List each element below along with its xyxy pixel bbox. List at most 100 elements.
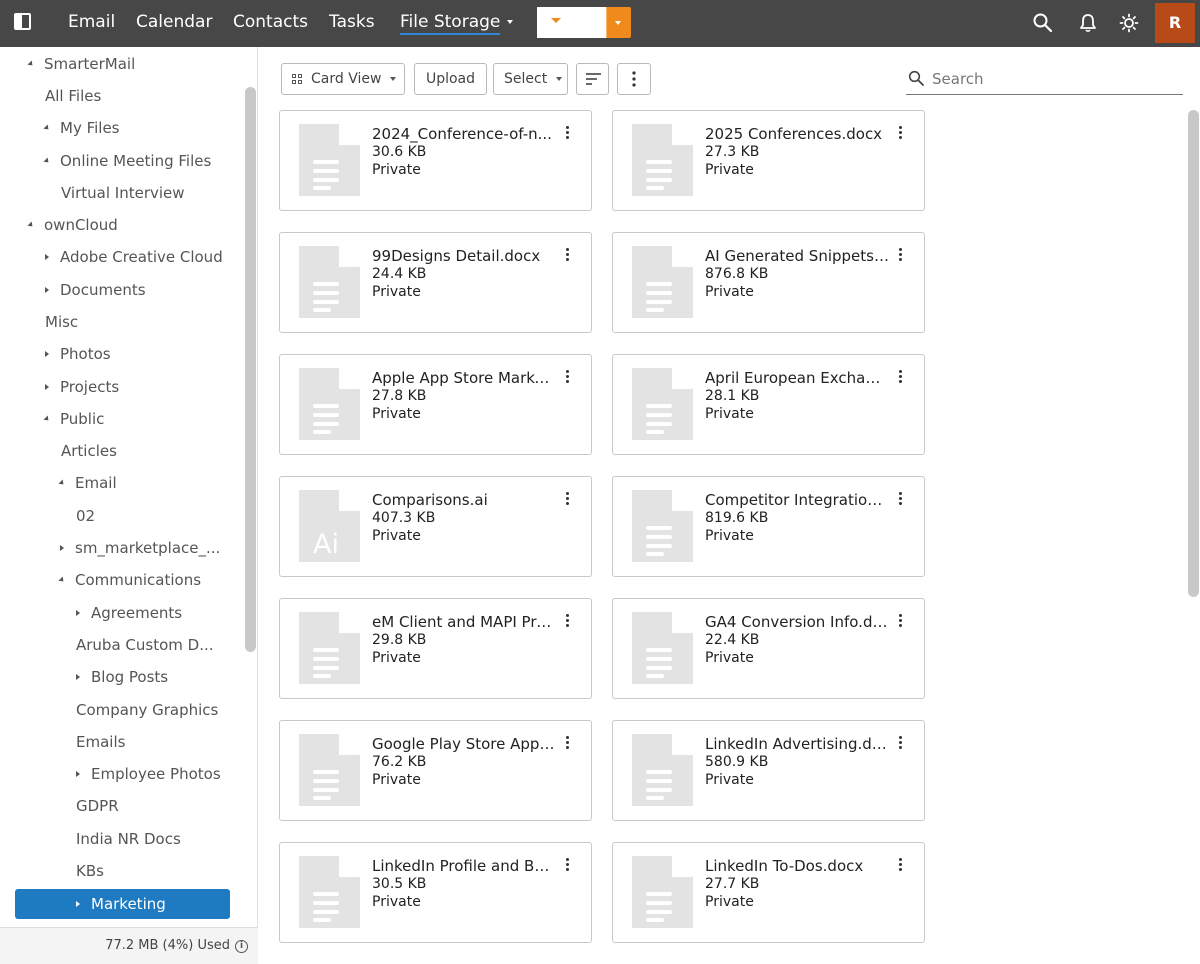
tree-item-projects[interactable]: Projects [40,372,119,402]
file-card[interactable]: eM Client and MAPI Pre... 29.8 KB Privat… [279,598,592,699]
tree-item-online-meeting-files[interactable]: Online Meeting Files [40,146,211,176]
file-menu-icon[interactable] [564,613,572,629]
tree-item-company-graphics[interactable]: Company Graphics [55,695,218,725]
file-menu-icon[interactable] [897,735,905,751]
sort-button[interactable] [576,63,609,95]
more-options-button[interactable] [617,63,651,95]
expand-arrow-icon[interactable] [45,254,49,260]
file-menu-icon[interactable] [897,369,905,385]
new-button[interactable]: New [537,7,606,38]
file-area-scrollbar[interactable] [1188,110,1199,597]
file-card[interactable]: 2024_Conference-of-n... 30.6 KB Private [279,110,592,211]
file-menu-icon[interactable] [564,247,572,263]
bell-icon[interactable] [1077,12,1099,34]
tree-item-photos[interactable]: Photos [40,339,111,369]
tree-item-02[interactable]: 02 [55,501,95,531]
tree-item-adobe-creative-cloud[interactable]: Adobe Creative Cloud [40,242,223,272]
file-card[interactable]: 2025 Conferences.docx 27.3 KB Private [612,110,925,211]
tree-item-email[interactable]: Email [55,468,117,498]
upload-button[interactable]: Upload [414,63,487,95]
file-menu-icon[interactable] [897,491,905,507]
tree-item-aruba-custom[interactable]: Aruba Custom D... [55,630,214,660]
file-size: 819.6 KB [705,510,769,526]
sun-icon[interactable] [1118,12,1140,34]
tree-item-employee-photos[interactable]: Employee Photos [71,759,221,789]
nav-email[interactable]: Email [68,0,115,47]
select-dropdown[interactable]: Select [493,63,568,95]
expand-arrow-icon[interactable] [76,674,80,680]
expand-arrow-icon[interactable] [76,901,80,907]
file-card[interactable]: AI Generated Snippets ... 876.8 KB Priva… [612,232,925,333]
chevron-down-icon [615,21,621,25]
document-icon [299,856,360,928]
tree-item-blog-posts[interactable]: Blog Posts [71,662,168,692]
tree-item-agreements[interactable]: Agreements [71,598,182,628]
tree-item-smartermail[interactable]: SmarterMail [24,49,135,79]
tree-item-kbs[interactable]: KBs [55,856,104,886]
file-menu-icon[interactable] [897,247,905,263]
file-name: LinkedIn To-Dos.docx [705,857,864,875]
tree-item-gdpr[interactable]: GDPR [55,791,119,821]
tree-item-emails[interactable]: Emails [55,727,125,757]
file-menu-icon[interactable] [564,125,572,141]
expand-arrow-icon[interactable] [27,221,35,229]
expand-arrow-icon[interactable] [58,576,66,584]
tree-label: All Files [45,87,102,105]
tree-label: Public [60,410,105,428]
file-card[interactable]: LinkedIn To-Dos.docx 27.7 KB Private [612,842,925,943]
avatar[interactable]: R [1155,3,1195,43]
nav-contacts[interactable]: Contacts [233,0,308,47]
expand-arrow-icon[interactable] [58,479,66,487]
card-view-dropdown[interactable]: Card View [281,63,405,95]
search-icon[interactable] [1032,12,1054,34]
tree-item-documents[interactable]: Documents [40,275,146,305]
file-card[interactable]: LinkedIn Profile and Bu... 30.5 KB Priva… [279,842,592,943]
tree-item-virtual-interview[interactable]: Virtual Interview [40,178,185,208]
nav-calendar[interactable]: Calendar [136,0,212,47]
file-card[interactable]: April European Exchang... 28.1 KB Privat… [612,354,925,455]
expand-arrow-icon[interactable] [45,384,49,390]
nav-tasks[interactable]: Tasks [329,0,375,47]
file-menu-icon[interactable] [564,369,572,385]
tree-item-my-files[interactable]: My Files [40,113,120,143]
file-card[interactable]: Apple App Store Market... 27.8 KB Privat… [279,354,592,455]
file-menu-icon[interactable] [564,735,572,751]
tree-item-sm-marketplace[interactable]: sm_marketplace_... [55,533,220,563]
tree-item-owncloud[interactable]: ownCloud [24,210,118,240]
expand-arrow-icon[interactable] [76,771,80,777]
file-card[interactable]: Competitor Integration... 819.6 KB Priva… [612,476,925,577]
search-input[interactable] [932,68,1177,90]
info-icon[interactable]: i [235,940,248,953]
file-menu-icon[interactable] [897,613,905,629]
file-card[interactable]: LinkedIn Advertising.do... 580.9 KB Priv… [612,720,925,821]
file-menu-icon[interactable] [564,491,572,507]
expand-arrow-icon[interactable] [45,287,49,293]
tree-item-all-files[interactable]: All Files [24,81,101,111]
expand-arrow-icon[interactable] [43,124,51,132]
nav-file-storage[interactable]: File Storage [400,0,514,47]
tree-item-india-nr-docs[interactable]: India NR Docs [55,824,181,854]
file-menu-icon[interactable] [564,857,572,873]
file-card[interactable]: Google Play Store App ... 76.2 KB Privat… [279,720,592,821]
expand-arrow-icon[interactable] [76,610,80,616]
expand-arrow-icon[interactable] [45,351,49,357]
document-icon [299,368,360,440]
file-card[interactable]: 99Designs Detail.docx 24.4 KB Private [279,232,592,333]
tree-item-public[interactable]: Public [40,404,104,434]
file-menu-icon[interactable] [897,857,905,873]
file-card[interactable]: GA4 Conversion Info.do... 22.4 KB Privat… [612,598,925,699]
expand-arrow-icon[interactable] [43,157,51,165]
tree-item-marketing[interactable]: Marketing [15,889,230,919]
sidebar-toggle-icon[interactable] [14,13,31,30]
expand-arrow-icon[interactable] [60,545,64,551]
tree-item-articles[interactable]: Articles [40,436,117,466]
expand-arrow-icon[interactable] [27,60,35,68]
new-dropdown-button[interactable] [606,7,631,38]
sidebar-scrollbar[interactable] [245,87,256,652]
file-menu-icon[interactable] [897,125,905,141]
tree-item-misc[interactable]: Misc [24,307,78,337]
file-card[interactable]: Ai Comparisons.ai 407.3 KB Private [279,476,592,577]
expand-arrow-icon[interactable] [43,415,51,423]
tree-item-communications[interactable]: Communications [55,565,201,595]
chevron-down-icon [556,77,563,81]
